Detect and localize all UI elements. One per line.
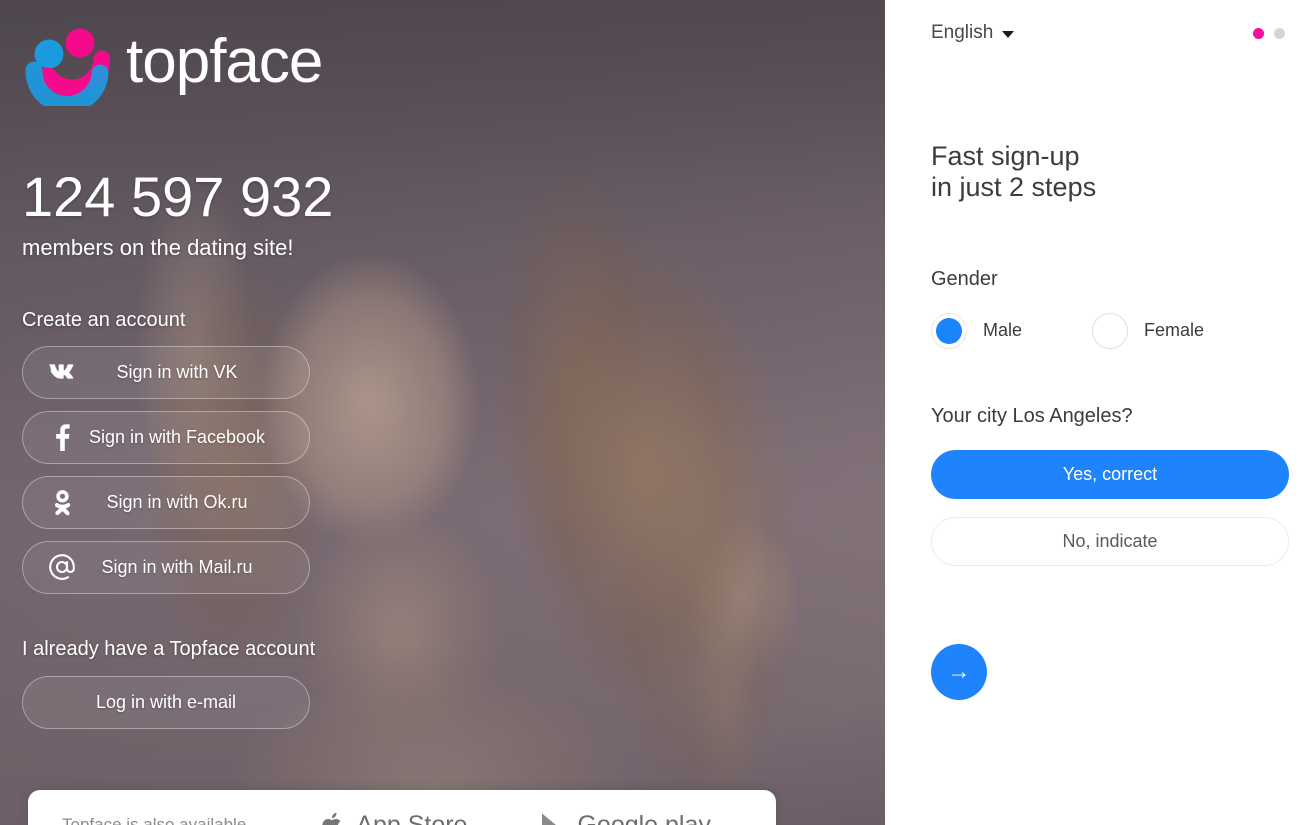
brand-logo[interactable]: topface [22,22,885,113]
form-title-line2: in just 2 steps [931,172,1097,203]
google-play-name: Google play [577,810,711,825]
chevron-down-icon [1002,30,1015,38]
radio-female-icon[interactable] [1092,312,1129,349]
language-selector[interactable]: English [931,22,1015,44]
mailru-icon [47,552,77,582]
next-step-button[interactable]: → [931,643,987,700]
signup-screen: topface 124 597 932 members on the datin… [0,0,1300,825]
vk-icon [47,357,77,387]
app-store-name: App Store [356,810,468,825]
hero-panel: topface 124 597 932 members on the datin… [0,0,885,825]
social-signin-list: Sign in with VK Sign in with Facebook Si… [22,345,885,594]
city-question: Your city Los Angeles? [931,404,1133,427]
gender-male-label: Male [983,320,1023,341]
signin-mailru-button[interactable]: Sign in with Mail.ru [22,540,310,594]
topface-smile-logo-icon [22,24,111,113]
signin-facebook-button[interactable]: Sign in with Facebook [22,410,310,464]
existing-account-label: I already have a Topface account [22,637,316,660]
form-header: English [931,18,1289,48]
google-play-icon [537,808,567,825]
gender-option-female[interactable]: Female [1092,312,1205,349]
step-dot-1 [1253,27,1264,39]
gender-option-male[interactable]: Male [931,312,1023,349]
signup-form-panel: English Fast sign-up in just 2 steps Gen… [885,0,1300,825]
signin-okru-button[interactable]: Sign in with Ok.ru [22,475,310,529]
app-panel-text: Topface is also available [62,815,247,825]
brand-name: topface [126,27,323,96]
apple-icon [316,808,346,825]
signin-vk-button[interactable]: Sign in with VK [22,345,310,399]
language-label: English [931,22,994,43]
arrow-right-icon: → [947,658,971,685]
gender-female-label: Female [1144,320,1205,341]
facebook-icon [47,422,77,452]
city-deny-button[interactable]: No, indicate [931,516,1289,566]
google-play-link[interactable]: Google play [537,808,711,825]
form-title: Fast sign-up in just 2 steps [931,141,1289,204]
radio-male-icon[interactable] [931,312,967,349]
city-confirm-button[interactable]: Yes, correct [931,449,1289,499]
member-count: 124 597 932 [22,165,334,228]
member-caption: members on the dating site! [22,234,294,260]
gender-label: Gender [931,267,998,290]
gender-radio-group: Male Female [931,312,1289,349]
okru-icon [47,487,77,517]
create-account-label: Create an account [22,308,186,331]
hero-content: topface 124 597 932 members on the datin… [0,0,885,729]
step-dot-2 [1274,27,1285,39]
app-store-link[interactable]: App Store [316,808,467,825]
step-indicator [1253,27,1289,39]
login-email-button[interactable]: Log in with e-mail [22,675,310,729]
form-title-line1: Fast sign-up [931,141,1080,171]
app-availability-panel: Topface is also available App Store Goog… [28,790,776,825]
